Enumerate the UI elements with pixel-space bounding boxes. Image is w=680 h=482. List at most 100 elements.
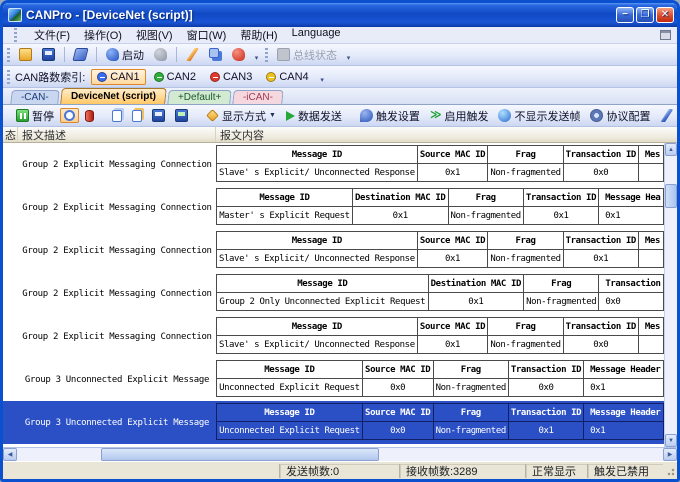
view-file-button[interactable]: [128, 108, 146, 124]
received-frames-counter: 接收帧数:3289: [399, 464, 525, 478]
mdi-window-icon[interactable]: [660, 30, 671, 40]
field-value: 0x0: [362, 422, 433, 440]
enable-trigger-label: 启用触发: [444, 108, 488, 124]
table-row[interactable]: Group 2 Explicit Messaging ConnectionMes…: [3, 229, 664, 272]
tab-label: -iCAN-: [243, 91, 273, 104]
vertical-scroll-track[interactable]: [665, 156, 677, 434]
vertical-scroll-thumb[interactable]: [665, 184, 677, 208]
enable-trigger-button[interactable]: ≫ 启用触发: [426, 106, 493, 126]
resize-grip[interactable]: [663, 462, 677, 479]
row-description: Group 3 Unconnected Explicit Message: [18, 401, 216, 444]
scroll-left-button[interactable]: ◀: [3, 448, 17, 461]
table-row[interactable]: Group 2 Explicit Messaging ConnectionMes…: [3, 143, 664, 186]
tab--ican-[interactable]: -iCAN-: [232, 90, 283, 104]
column-header-content[interactable]: 报文内容: [216, 127, 677, 142]
minimize-button[interactable]: −: [616, 7, 634, 23]
user-red-icon: [232, 48, 245, 61]
scroll-right-button[interactable]: ▶: [663, 448, 677, 461]
field-value: 0x1: [584, 422, 664, 440]
hide-sent-frames-button[interactable]: 不显示发送帧: [494, 106, 584, 126]
table-row[interactable]: Group 3 Unconnected Explicit MessageMess…: [3, 401, 664, 444]
horizontal-scrollbar[interactable]: ◀ ▶: [3, 447, 677, 461]
menu-item[interactable]: 窗口(W): [187, 27, 227, 43]
table-row[interactable]: Group 2 Explicit Messaging ConnectionMes…: [3, 272, 664, 315]
record-button[interactable]: [81, 108, 98, 124]
column-header-description[interactable]: 报文描述: [18, 127, 216, 142]
data-send-button[interactable]: 数据发送: [282, 106, 346, 126]
maximize-button[interactable]: ❐: [636, 7, 654, 23]
field-value: Unconnected Explicit Request: [217, 379, 363, 397]
column-header-state[interactable]: 态: [3, 127, 18, 142]
vertical-scrollbar[interactable]: ▲ ▼: [664, 143, 677, 447]
channel-status-icon: [266, 72, 276, 82]
save-button[interactable]: [38, 46, 59, 63]
field-header: Message Hea: [599, 189, 664, 207]
menu-item[interactable]: Language: [292, 27, 341, 43]
row-content: Message IDSource MAC IDFragTransaction I…: [216, 143, 664, 186]
horizontal-scroll-thumb[interactable]: [101, 448, 379, 461]
field-header: Message ID: [217, 318, 418, 336]
protocol-manage-button[interactable]: 协议管理: [656, 106, 680, 126]
device-button[interactable]: [228, 46, 249, 63]
field-value: [638, 250, 663, 268]
menu-item[interactable]: 文件(F): [34, 27, 70, 43]
start-button[interactable]: 启动: [102, 45, 148, 65]
toolbar-grip[interactable]: [7, 48, 10, 62]
menu-item[interactable]: 操作(O): [84, 27, 122, 43]
toolbar-overflow-button[interactable]: ▾: [343, 46, 354, 64]
tab-devicenet-script-[interactable]: DeviceNet (script): [60, 88, 167, 104]
pause-button[interactable]: 暂停: [12, 106, 58, 126]
stop-button[interactable]: [150, 46, 171, 63]
table-row[interactable]: Group 3 Unconnected Explicit Message Mess…: [3, 358, 664, 401]
save-green-icon: [175, 109, 188, 122]
menubar-grip[interactable]: [14, 28, 17, 42]
trigger-status: 触发已禁用: [587, 464, 663, 478]
toolbar-overflow-button[interactable]: ▾: [251, 46, 262, 64]
layers-button[interactable]: [205, 46, 226, 63]
row-state-cell: [3, 315, 18, 358]
save-data-button[interactable]: [148, 107, 169, 124]
tab--default-[interactable]: +Default+: [167, 90, 232, 104]
scroll-mode-button[interactable]: [60, 108, 79, 123]
export-button[interactable]: [171, 107, 192, 124]
toolbar-grip[interactable]: [7, 70, 10, 84]
row-description: Group 3 Unconnected Explicit Message: [18, 358, 216, 401]
channel-status-icon: [97, 72, 107, 82]
display-mode-button[interactable]: 显示方式 ▼: [202, 106, 280, 126]
field-value: 0x0: [508, 379, 583, 397]
copy-button[interactable]: [108, 108, 126, 124]
menu-item[interactable]: 帮助(H): [240, 27, 277, 43]
toolbar-grip[interactable]: [265, 48, 268, 62]
edit-button[interactable]: [182, 46, 203, 63]
row-content: Message IDSource MAC IDFragTransaction I…: [216, 401, 664, 444]
open-file-button[interactable]: [15, 46, 36, 63]
scroll-down-button[interactable]: ▼: [665, 434, 677, 447]
channel-button-can2[interactable]: CAN2: [148, 69, 202, 85]
clear-button[interactable]: [70, 46, 91, 63]
row-description: Group 2 Explicit Messaging Connection: [18, 229, 216, 272]
scroll-up-button[interactable]: ▲: [665, 143, 677, 156]
field-header: Message Header: [584, 361, 664, 379]
protocol-config-button[interactable]: 协议配置: [586, 106, 654, 126]
channel-button-can1[interactable]: CAN1: [91, 69, 145, 85]
field-value: [638, 164, 663, 182]
title-bar[interactable]: CANPro - [DeviceNet (script)] − ❐ ✕: [3, 3, 677, 27]
trigger-settings-button[interactable]: 触发设置: [356, 106, 424, 126]
field-value: 0x1: [352, 207, 448, 225]
table-row[interactable]: Group 2 Explicit Messaging ConnectionMes…: [3, 186, 664, 229]
channel-toolbar: CAN路数索引: CAN1CAN2CAN3CAN4 ▾: [3, 66, 677, 88]
tab--can-[interactable]: -CAN-: [10, 90, 59, 104]
horizontal-scroll-track[interactable]: [17, 448, 663, 461]
channel-button-can3[interactable]: CAN3: [204, 69, 258, 85]
menu-item[interactable]: 视图(V): [136, 27, 173, 43]
field-header: Transaction ID: [563, 318, 638, 336]
pencil-blue-icon: [660, 109, 673, 122]
toolbar-overflow-button[interactable]: ▾: [317, 68, 328, 86]
bus-status-button[interactable]: 总线状态: [273, 45, 341, 65]
tab-label: DeviceNet (script): [71, 89, 156, 104]
bus-status-label: 总线状态: [293, 47, 337, 63]
close-button[interactable]: ✕: [656, 7, 674, 23]
table-row[interactable]: Group 2 Explicit Messaging ConnectionMes…: [3, 315, 664, 358]
protocol-config-icon: [590, 109, 603, 122]
channel-button-can4[interactable]: CAN4: [260, 69, 314, 85]
